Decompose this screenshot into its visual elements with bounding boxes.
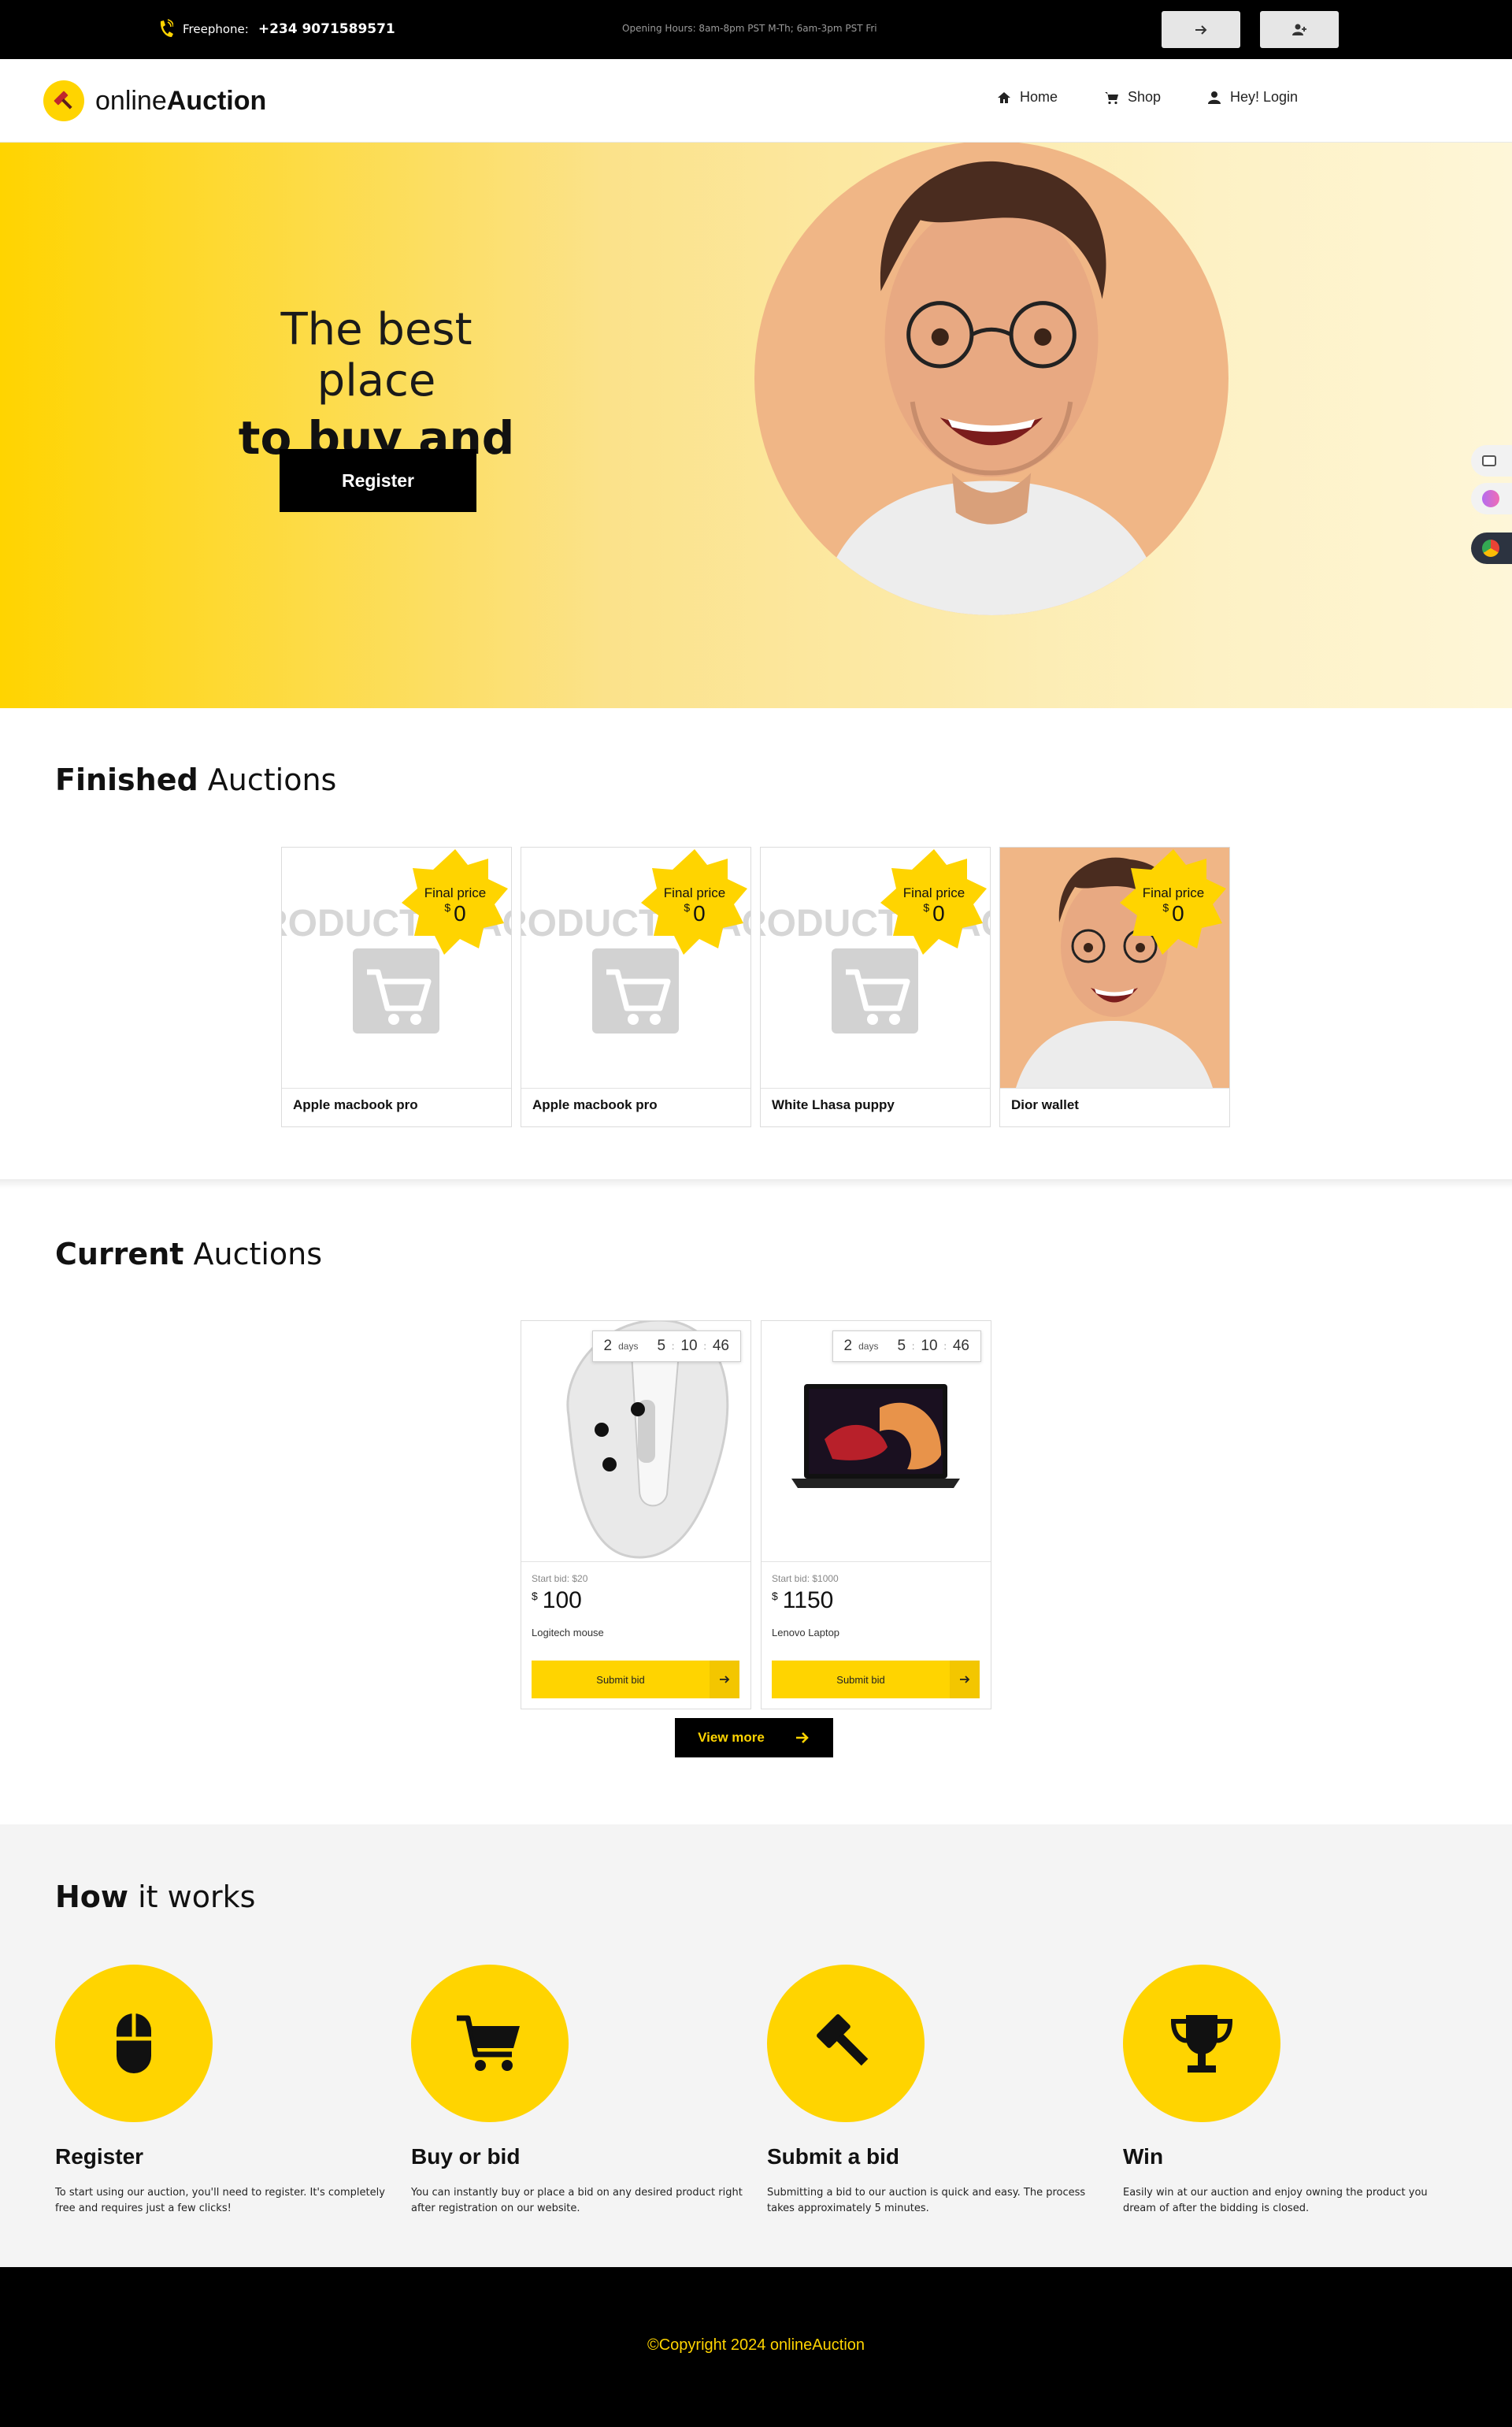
copyright: ©Copyright 2024 onlineAuction [647, 2336, 865, 2354]
user-plus-icon [1292, 24, 1306, 35]
section-divider [0, 1179, 1512, 1189]
cart-icon [411, 1965, 569, 2122]
step-description: Easily win at our auction and enjoy owni… [1123, 2187, 1428, 2214]
step-register: Register To start using our auction, you… [55, 1965, 394, 2217]
start-bid: Start bid: $1000 [772, 1573, 839, 1584]
side-widget-chrome[interactable] [1471, 533, 1512, 564]
step-submit-a-bid: Submit a bid Submitting a bid to our auc… [767, 1965, 1106, 2217]
user-icon [1208, 91, 1221, 104]
brand-bold: Auction [166, 85, 267, 116]
nav-shop-label: Shop [1128, 89, 1162, 105]
main-navbar: onlineAuction Home Shop Hey! Login [0, 59, 1512, 143]
finished-auction-card[interactable]: Final price $0 Dior wallet [999, 847, 1230, 1127]
hero-line-1: The best place [280, 304, 472, 406]
nav-shop[interactable]: Shop [1104, 89, 1161, 106]
view-more-button[interactable]: View more [675, 1718, 833, 1757]
hero-banner: The best place to buy and sell! Register [0, 143, 1512, 708]
final-price-badge: Final price $0 [400, 848, 510, 958]
mouse-icon [55, 1965, 213, 2122]
arrow-right-icon [795, 1732, 809, 1743]
countdown-timer: 2 days 5: 10: 46 [832, 1330, 981, 1362]
final-price-label: Final price [663, 885, 726, 900]
side-widget-ai[interactable] [1471, 483, 1512, 514]
gavel-logo-icon [43, 80, 84, 121]
countdown-timer: 2 days 5: 10: 46 [591, 1330, 741, 1362]
opening-hours: Opening Hours: 8am-8pm PST M-Th; 6am-3pm… [622, 23, 877, 34]
site-logo[interactable]: onlineAuction [43, 80, 266, 121]
step-title: Submit a bid [767, 2144, 899, 2169]
nav-home[interactable]: Home [996, 89, 1058, 106]
how-it-works-title: How it works [55, 1880, 256, 1914]
final-price-value: $0 [1162, 901, 1184, 926]
current-auctions-list: 2 days 5: 10: 46 Start bid: $20 $100 Logi… [521, 1320, 991, 1709]
brain-icon [1482, 490, 1499, 507]
hero-portrait-image [754, 143, 1228, 615]
nav-login-label: Hey! Login [1230, 89, 1299, 105]
arrow-right-icon [710, 1661, 739, 1698]
current-auctions-title: Current Auctions [55, 1237, 323, 1271]
cart-icon [1105, 91, 1118, 104]
step-title: Win [1123, 2144, 1164, 2169]
nav-home-label: Home [1020, 89, 1058, 105]
finished-auction-card[interactable]: PRODUCT IMAGE Final price $0 Apple macbo… [521, 847, 751, 1127]
freephone: Freephone: +234 9071589571 [158, 19, 395, 39]
final-price-badge: Final price $0 [879, 848, 989, 958]
gavel-icon [767, 1965, 925, 2122]
product-name: Lenovo Laptop [772, 1627, 840, 1638]
current-price: $1150 [772, 1587, 834, 1613]
book-icon [1482, 455, 1496, 466]
final-price-badge: Final price $0 [1118, 848, 1228, 958]
finished-auction-card[interactable]: PRODUCT IMAGE Final price $0 White Lhasa… [760, 847, 991, 1127]
arrow-right-icon [950, 1661, 980, 1698]
current-price: $100 [532, 1587, 582, 1613]
phone-number: +234 9071589571 [258, 21, 395, 37]
home-icon [998, 91, 1010, 103]
side-widget-reader[interactable] [1471, 445, 1512, 477]
product-name: White Lhasa puppy [772, 1097, 895, 1112]
final-price-label: Final price [1142, 885, 1205, 900]
finished-auction-card[interactable]: PRODUCT IMAGE Final price $0 Apple macbo… [281, 847, 512, 1127]
view-more-label: View more [698, 1730, 765, 1745]
footer: ©Copyright 2024 onlineAuction [0, 2267, 1512, 2427]
step-buy-or-bid: Buy or bid You can instantly buy or plac… [411, 1965, 750, 2217]
final-price-label: Final price [424, 885, 487, 900]
final-price-value: $0 [444, 901, 466, 926]
chrome-icon [1482, 540, 1499, 557]
top-bar: Freephone: +234 9071589571 Opening Hours… [0, 0, 1512, 59]
login-arrow-button[interactable] [1162, 11, 1240, 48]
brand-light: online [95, 85, 167, 116]
how-it-works-section: How it works Register To start using our… [0, 1824, 1512, 2267]
step-title: Register [55, 2144, 144, 2169]
phone-icon [160, 19, 173, 37]
step-description: Submitting a bid to our auction is quick… [767, 2187, 1086, 2214]
final-price-value: $0 [923, 901, 945, 926]
step-title: Buy or bid [411, 2144, 521, 2169]
final-price-value: $0 [684, 901, 706, 926]
final-price-label: Final price [902, 885, 965, 900]
final-price-badge: Final price $0 [639, 848, 750, 958]
product-name: Apple macbook pro [532, 1097, 658, 1112]
product-name: Dior wallet [1011, 1097, 1079, 1112]
add-user-button[interactable] [1260, 11, 1339, 48]
hero-register-button[interactable]: Register [280, 449, 476, 512]
arrow-right-icon [1195, 24, 1207, 35]
current-auction-card[interactable]: 2 days 5: 10: 46 Start bid: $1000 $1150 L… [761, 1320, 991, 1709]
current-auction-card[interactable]: 2 days 5: 10: 46 Start bid: $20 $100 Logi… [521, 1320, 751, 1709]
step-win: Win Easily win at our auction and enjoy … [1123, 1965, 1462, 2217]
step-description: To start using our auction, you'll need … [55, 2187, 385, 2214]
nav-login[interactable]: Hey! Login [1206, 89, 1298, 106]
submit-bid-button[interactable]: Submit bid [532, 1661, 739, 1698]
trophy-icon [1123, 1965, 1280, 2122]
step-description: You can instantly buy or place a bid on … [411, 2187, 743, 2214]
product-name: Logitech mouse [532, 1627, 604, 1638]
start-bid: Start bid: $20 [532, 1573, 588, 1584]
finished-auctions-title: Finished Auctions [55, 763, 337, 797]
submit-bid-button[interactable]: Submit bid [772, 1661, 980, 1698]
phone-label: Freephone: [183, 22, 249, 36]
finished-auctions-list: PRODUCT IMAGE Final price $0 Apple macbo… [281, 847, 1231, 1127]
product-name: Apple macbook pro [293, 1097, 418, 1112]
